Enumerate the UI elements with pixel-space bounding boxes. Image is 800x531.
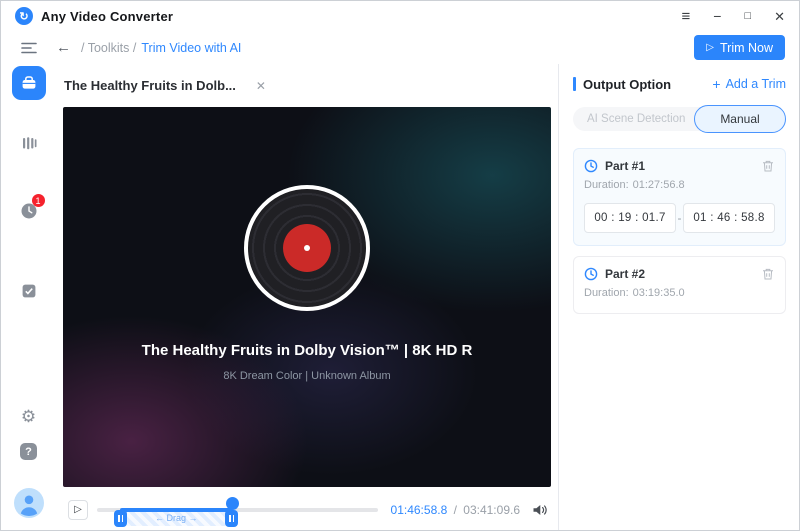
checkbox-icon bbox=[21, 283, 37, 299]
vinyl-label bbox=[283, 224, 331, 272]
video-title: The Healthy Fruits in Dolby Vision™ | 8K… bbox=[129, 341, 485, 361]
duration-value: 03:19:35.0 bbox=[633, 287, 685, 299]
breadcrumb-current[interactable]: Trim Video with AI bbox=[141, 41, 241, 55]
duration-label: Duration: bbox=[584, 179, 629, 191]
drag-label: ← Drag → bbox=[155, 513, 198, 523]
output-option-title: Output Option bbox=[583, 77, 671, 92]
sidebar-item-tasks[interactable] bbox=[20, 282, 38, 300]
sidebar-item-toolkit[interactable] bbox=[12, 66, 46, 100]
total-time: 03:41:09.6 bbox=[463, 503, 520, 517]
part-2-name: Part #2 bbox=[605, 267, 645, 281]
part-2-duration: Duration: 03:19:35.0 bbox=[584, 287, 775, 299]
app-logo-icon: ↻ bbox=[15, 7, 33, 25]
maximize-icon[interactable]: □ bbox=[744, 11, 751, 22]
mode-tabs: AI Scene Detection Manual bbox=[573, 105, 786, 133]
output-header: Output Option + Add a Trim bbox=[573, 76, 786, 92]
app-window: ↻ Any Video Converter ≡ − □ ✕ ← / Toolki… bbox=[0, 0, 800, 531]
playhead[interactable] bbox=[226, 497, 239, 510]
video-subtitle: 8K Dream Color | Unknown Album bbox=[63, 370, 551, 382]
title-bar: ↻ Any Video Converter ≡ − □ ✕ bbox=[1, 1, 799, 31]
toolbox-icon bbox=[20, 74, 38, 92]
library-icon bbox=[21, 135, 37, 151]
range-separator: - bbox=[678, 211, 682, 225]
output-panel: Output Option + Add a Trim AI Scene Dete… bbox=[558, 64, 799, 531]
current-time: 01:46:58.8 bbox=[391, 503, 448, 517]
time-separator: / bbox=[454, 503, 457, 517]
trim-region[interactable]: ← Drag → bbox=[120, 511, 232, 526]
part-card-2[interactable]: Part #2 Duration: 03:19:35.0 bbox=[573, 256, 786, 314]
add-trim-button[interactable]: + Add a Trim bbox=[712, 76, 786, 92]
video-tab: The Healthy Fruits in Dolb... ✕ bbox=[56, 64, 558, 107]
nav-bar: ← / Toolkits / Trim Video with AI ▷ Trim… bbox=[1, 31, 799, 64]
notification-badge: 1 bbox=[32, 194, 45, 207]
sidebar-collapse-icon[interactable] bbox=[1, 42, 56, 54]
user-avatar[interactable] bbox=[14, 488, 44, 518]
sidebar: 1 ⚙ ? bbox=[1, 64, 56, 531]
sidebar-item-library[interactable] bbox=[20, 134, 38, 152]
player-controls: ▷ ← Drag → 01:46:58.8 / 03:41:09.6 bbox=[56, 487, 558, 531]
sidebar-item-history[interactable]: 1 bbox=[20, 202, 38, 220]
video-player[interactable]: The Healthy Fruits in Dolby Vision™ | 8K… bbox=[63, 107, 551, 487]
plus-icon: + bbox=[712, 76, 720, 92]
tab-close-icon[interactable]: ✕ bbox=[256, 79, 266, 93]
clock-icon bbox=[584, 159, 598, 173]
app-title: Any Video Converter bbox=[41, 9, 173, 24]
time-display: 01:46:58.8 / 03:41:09.6 bbox=[391, 503, 520, 517]
close-icon[interactable]: ✕ bbox=[774, 10, 785, 23]
help-icon[interactable]: ? bbox=[20, 443, 37, 460]
menu-icon[interactable]: ≡ bbox=[681, 9, 690, 24]
part-1-duration: Duration: 01:27:56.8 bbox=[584, 179, 775, 191]
main-area: The Healthy Fruits in Dolb... ✕ The Heal… bbox=[56, 64, 558, 531]
trim-handle-start[interactable] bbox=[114, 510, 127, 527]
clock-icon bbox=[584, 267, 598, 281]
vinyl-hole bbox=[304, 245, 310, 251]
timeline[interactable]: ← Drag → bbox=[97, 500, 378, 520]
trim-now-label: Trim Now bbox=[720, 41, 773, 55]
accent-bar bbox=[573, 77, 576, 91]
delete-part-1-icon[interactable] bbox=[761, 159, 775, 173]
volume-icon[interactable] bbox=[532, 503, 548, 517]
person-icon bbox=[14, 488, 44, 518]
end-time-input[interactable]: 01 : 46 : 58.8 bbox=[683, 203, 775, 233]
vinyl-record bbox=[244, 185, 370, 311]
minimize-icon[interactable]: − bbox=[713, 9, 721, 23]
add-trim-label: Add a Trim bbox=[726, 77, 786, 91]
tab-manual[interactable]: Manual bbox=[694, 105, 786, 133]
duration-label: Duration: bbox=[584, 287, 629, 299]
trim-now-button[interactable]: ▷ Trim Now bbox=[694, 35, 785, 60]
delete-part-2-icon[interactable] bbox=[761, 267, 775, 281]
part-1-name: Part #1 bbox=[605, 159, 645, 173]
play-icon: ▷ bbox=[706, 42, 714, 53]
part-1-header: Part #1 bbox=[584, 159, 775, 173]
duration-value: 01:27:56.8 bbox=[633, 179, 685, 191]
part-card-1[interactable]: Part #1 Duration: 01:27:56.8 00 : 19 : 01… bbox=[573, 148, 786, 246]
settings-gear-icon[interactable]: ⚙ bbox=[21, 407, 36, 427]
trim-handle-end[interactable] bbox=[225, 510, 238, 527]
back-button[interactable]: ← bbox=[56, 39, 71, 56]
breadcrumb: / Toolkits / bbox=[81, 41, 136, 55]
video-metadata: The Healthy Fruits in Dolby Vision™ | 8K… bbox=[63, 341, 551, 382]
start-time-input[interactable]: 00 : 19 : 01.7 bbox=[584, 203, 676, 233]
part-2-header: Part #2 bbox=[584, 267, 775, 281]
part-1-time-range: 00 : 19 : 01.7 - 01 : 46 : 58.8 bbox=[584, 203, 775, 233]
play-button[interactable]: ▷ bbox=[68, 500, 88, 520]
video-tab-title: The Healthy Fruits in Dolb... bbox=[64, 78, 236, 93]
window-controls: ≡ − □ ✕ bbox=[681, 9, 785, 24]
